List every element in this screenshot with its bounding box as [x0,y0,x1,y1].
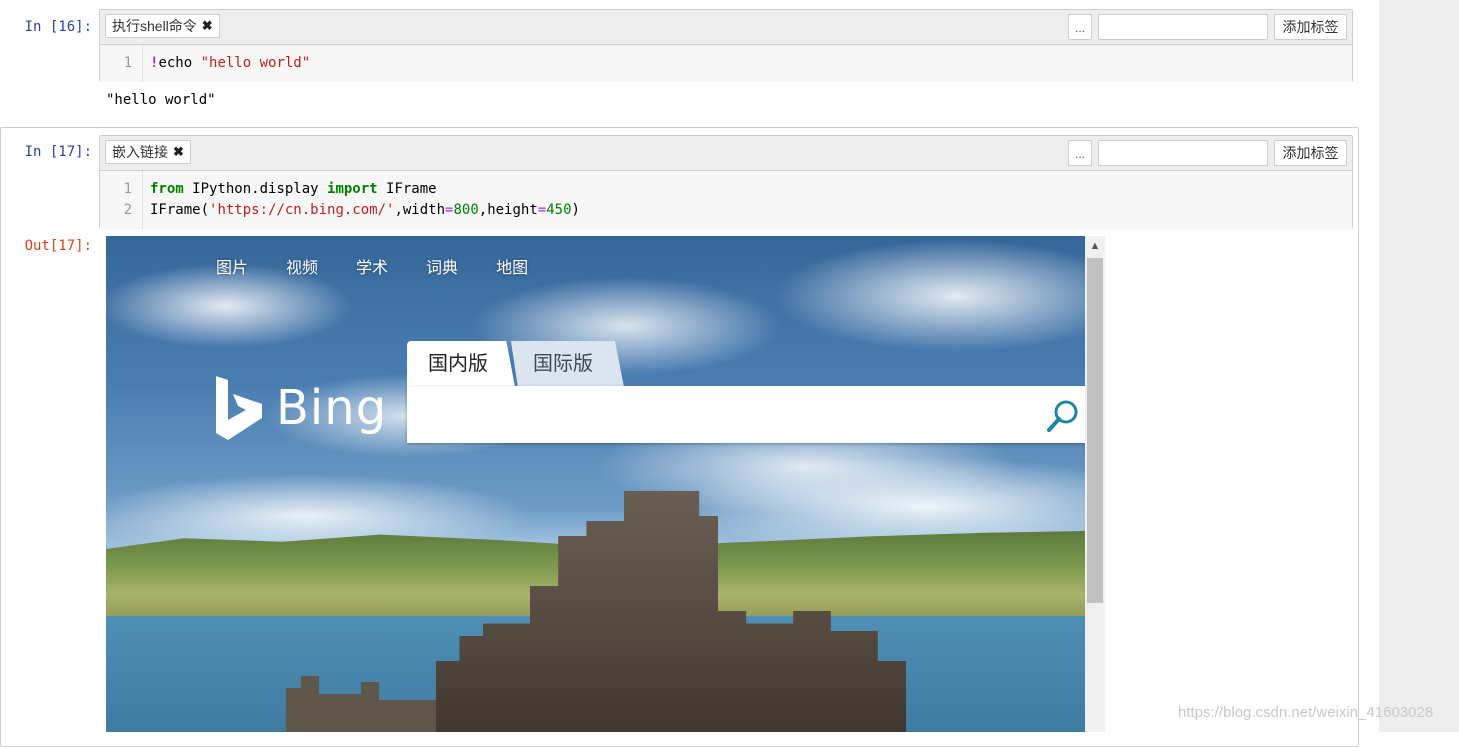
code-cell-17[interactable]: 嵌入链接 ✖ ... 添加标签 1 2 from IPython.display… [99,135,1353,229]
number-literal: 450 [546,202,572,218]
tag-label: 执行shell命令 [112,18,197,34]
add-tag-button[interactable]: 添加标签 [1274,140,1347,166]
tag-input[interactable] [1098,140,1268,166]
tag-menu-button[interactable]: ... [1068,14,1092,40]
string-literal: 'https://cn.bing.com/' [209,202,395,218]
nav-link-dictionary[interactable]: 词典 [426,254,458,278]
string-literal: "hello world" [200,55,311,71]
tab-domestic[interactable]: 国内版 [407,341,515,387]
code-line: !echo "hello world" [150,53,310,74]
line-number: 1 [123,55,132,71]
embedded-iframe[interactable]: 图片 视频 学术 词典 地图 Bing 国际版 国内版 [106,236,1085,732]
bing-logo: Bing [216,376,387,440]
tag-label: 嵌入链接 [112,144,168,160]
tab-international[interactable]: 国际版 [511,341,624,387]
code-cell-16[interactable]: 执行shell命令 ✖ ... 添加标签 1 !echo "hello worl… [99,9,1353,82]
search-area: 国际版 国内版 [407,341,1085,444]
watermark: https://blog.csdn.net/weixin_41603028 [1178,704,1434,721]
argument-name: ,width [394,202,446,218]
number-literal: 800 [453,202,479,218]
bing-logo-text: Bing [276,380,388,436]
keyword: from [150,181,184,197]
import-name: IFrame [377,181,437,197]
module-name: IPython.display [183,181,328,197]
bing-top-nav: 图片 视频 学术 词典 地图 [216,254,566,278]
nav-link-images[interactable]: 图片 [216,254,248,278]
shell-command: echo [158,55,201,71]
cell-tag: 执行shell命令 ✖ [105,14,220,38]
cell-output-stdout: "hello world" [106,92,216,108]
nav-link-videos[interactable]: 视频 [286,254,318,278]
input-prompt-17: In [17]: [24,144,92,160]
closing-paren: ) [571,202,580,218]
code-line: from IPython.display import IFrame [150,179,437,200]
input-prompt-16: In [16]: [24,19,92,35]
nav-link-maps[interactable]: 地图 [496,254,528,278]
code-editor[interactable]: 1 !echo "hello world" [100,45,1352,82]
search-icon[interactable] [1045,398,1081,434]
keyword: import [327,181,378,197]
nav-link-academic[interactable]: 学术 [356,254,388,278]
bing-b-icon [216,376,262,440]
tag-input[interactable] [1098,14,1268,40]
line-number: 2 [123,202,132,218]
iframe-scrollbar[interactable]: ▲ [1085,236,1105,732]
argument-name: ,height [478,202,538,218]
search-input[interactable] [407,386,1085,443]
code-line: IFrame('https://cn.bing.com/',width = 800,… [150,200,580,221]
notebook-right-margin [1379,0,1459,732]
scroll-up-arrow-icon[interactable]: ▲ [1085,236,1105,256]
remove-tag-icon[interactable]: ✖ [173,141,184,163]
line-number: 1 [123,181,132,197]
scroll-thumb[interactable] [1087,258,1103,603]
remove-tag-icon[interactable]: ✖ [202,15,213,37]
celltoolbar: 执行shell命令 ✖ ... 添加标签 [100,10,1352,45]
operator: = [537,202,547,218]
add-tag-button[interactable]: 添加标签 [1274,14,1347,40]
function-call: IFrame( [150,202,210,218]
code-editor[interactable]: 1 2 from IPython.display import IFrame I… [100,171,1352,229]
tag-menu-button[interactable]: ... [1068,140,1092,166]
cell-tag: 嵌入链接 ✖ [105,140,191,164]
celltoolbar: 嵌入链接 ✖ ... 添加标签 [100,136,1352,171]
output-prompt-17: Out[17]: [24,238,92,254]
